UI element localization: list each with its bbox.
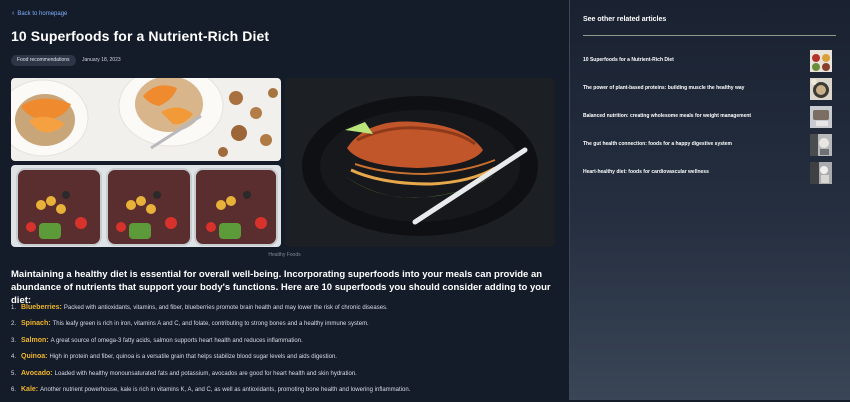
list-item: 1. Blueberries: Packed with antioxidants, …	[11, 304, 561, 320]
related-article-item[interactable]: The power of plant-based proteins: build…	[583, 78, 836, 100]
item-number: 1.	[11, 305, 17, 311]
related-article-thumbnail[interactable]	[810, 78, 832, 100]
related-article-title: The power of plant-based proteins: build…	[583, 85, 745, 91]
item-name: Salmon:	[21, 336, 49, 344]
related-articles-sidebar: See other related articles 10 Superfoods…	[569, 0, 850, 400]
related-article-item[interactable]: The gut health connection: foods for a h…	[583, 134, 836, 156]
article-title: 10 Superfoods for a Nutrient-Rich Diet	[11, 28, 270, 44]
item-text: Loaded with healthy monounsaturated fats…	[54, 370, 357, 377]
category-tag[interactable]: Food recommendations	[11, 55, 76, 66]
item-number: 5.	[11, 370, 17, 377]
related-article-title: 10 Superfoods for a Nutrient-Rich Diet	[583, 57, 674, 63]
item-text: A great source of omega-3 fatty acids, s…	[50, 337, 303, 344]
item-number: 2.	[11, 321, 17, 328]
related-article-thumbnail[interactable]	[810, 134, 832, 156]
item-number: 4.	[11, 354, 17, 361]
article-main: ‹ Back to homepage 10 Superfoods for a N…	[0, 0, 569, 400]
related-article-item[interactable]: 10 Superfoods for a Nutrient-Rich Diet	[583, 50, 836, 72]
list-item: 2. Spinach: This leafy green is rich in ir…	[11, 320, 561, 336]
list-item: 5. Avocado: Loaded with healthy monounsatu…	[11, 370, 561, 386]
item-name: Quinoa:	[21, 353, 48, 361]
back-link-label: Back to homepage	[17, 11, 68, 17]
list-item: 4. Quinoa: High in protein and fiber, quin…	[11, 353, 561, 369]
item-number: 3.	[11, 337, 17, 344]
item-name: Blueberries:	[21, 304, 62, 311]
sidebar-title: See other related articles	[583, 16, 667, 23]
item-name: Kale:	[21, 385, 39, 393]
related-article-title: Balanced nutrition: creating wholesome m…	[583, 113, 752, 119]
image-caption: Healthy Foods	[268, 252, 301, 258]
item-name: Avocado:	[21, 369, 53, 377]
related-article-thumbnail[interactable]	[810, 106, 832, 128]
item-text: This leafy green is rich in iron, vitami…	[52, 321, 369, 328]
item-text: High in protein and fiber, quinoa is a v…	[49, 354, 337, 361]
back-to-homepage-link[interactable]: ‹ Back to homepage	[12, 10, 68, 17]
sidebar-divider	[583, 35, 836, 36]
related-article-title: Heart-healthy diet: foods for cardiovasc…	[583, 169, 709, 175]
yogurt-bowls-image	[11, 78, 281, 161]
superfoods-list: 1. Blueberries: Packed with antioxidants, …	[11, 304, 561, 402]
item-number: 6.	[11, 386, 17, 393]
item-text: Packed with antioxidants, vitamins, and …	[63, 305, 388, 311]
meal-prep-image	[11, 165, 281, 247]
chevron-left-icon: ‹	[12, 10, 15, 17]
publish-date: January 18, 2023	[82, 57, 121, 63]
related-article-thumbnail[interactable]	[810, 50, 832, 72]
related-article-item[interactable]: Balanced nutrition: creating wholesome m…	[583, 106, 836, 128]
related-article-thumbnail[interactable]	[810, 162, 832, 184]
salmon-plate-image	[285, 78, 555, 247]
list-item: 3. Salmon: A great source of omega-3 fatty…	[11, 337, 561, 353]
related-article-title: The gut health connection: foods for a h…	[583, 141, 732, 147]
item-text: Another nutrient powerhouse, kale is ric…	[40, 386, 411, 393]
article-intro: Maintaining a healthy diet is essential …	[11, 269, 551, 306]
item-name: Spinach:	[21, 320, 51, 328]
related-article-item[interactable]: Heart-healthy diet: foods for cardiovasc…	[583, 162, 836, 184]
